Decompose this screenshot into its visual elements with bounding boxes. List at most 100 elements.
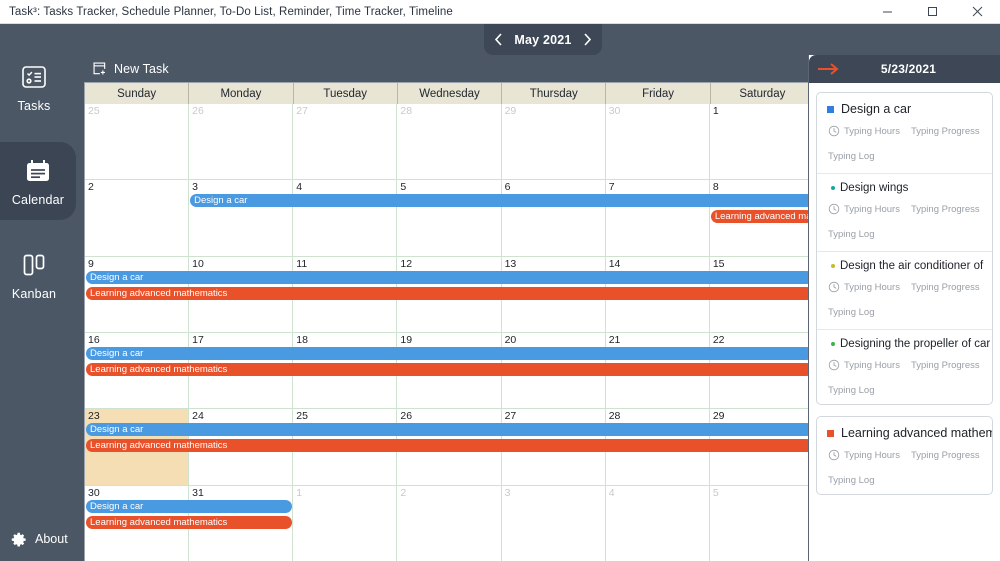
day-of-week-header: Thursday <box>502 83 607 104</box>
task-card[interactable]: Learning advanced mathemati Typing Hours T… <box>816 416 993 495</box>
calendar-event-bar[interactable]: Design a car <box>86 423 813 437</box>
calendar-day-number: 30 <box>608 105 621 117</box>
sidebar-item-calendar[interactable]: Calendar <box>0 142 76 220</box>
calendar-event-bar[interactable]: Design a car <box>86 346 813 360</box>
calendar-day-number: 3 <box>192 181 198 194</box>
calendar-event-bar[interactable]: Learning advanced mathematics <box>86 515 293 529</box>
subtask-color-dot <box>831 186 835 190</box>
calendar-day-number: 29 <box>712 410 725 423</box>
calendar-day-number: 1 <box>296 486 303 499</box>
typing-log-label: Typing Log <box>828 151 875 162</box>
typing-hours-label: Typing Hours <box>844 125 900 137</box>
typing-progress-label[interactable]: Typing Progress <box>911 204 980 215</box>
month-label: May 2021 <box>514 32 572 47</box>
typing-progress-label[interactable]: Typing Progress <box>911 282 980 293</box>
sidebar-item-label: Calendar <box>11 192 65 207</box>
calendar-day-number: 15 <box>712 257 725 270</box>
calendar-day-number: 25 <box>296 410 308 423</box>
typing-hours-group[interactable]: Typing Hours <box>828 203 900 215</box>
calendar-day-cell[interactable]: 7 <box>606 180 710 256</box>
prev-month-chevron-icon[interactable] <box>493 32 504 47</box>
typing-progress-label[interactable]: Typing Progress <box>911 360 980 371</box>
new-task-button[interactable]: New Task <box>84 55 815 82</box>
calendar-day-cell[interactable]: 1 <box>293 485 398 561</box>
calendar-day-number: 2 <box>88 181 94 194</box>
calendar-day-number: 4 <box>296 181 303 194</box>
sidebar-item-about[interactable]: About <box>0 523 68 555</box>
day-of-week-header: Friday <box>606 83 711 104</box>
calendar-day-number: 27 <box>296 105 308 117</box>
maximize-button[interactable] <box>910 0 955 24</box>
calendar-day-cell[interactable]: 3 <box>502 485 606 561</box>
calendar-day-cell[interactable]: 5 <box>710 485 814 561</box>
calendar-event-bar[interactable]: Learning advanced mathematics <box>710 210 813 224</box>
typing-hours-group[interactable]: Typing Hours <box>828 281 900 293</box>
calendar-day-cell[interactable]: 4 <box>293 180 398 256</box>
typing-log-row[interactable]: Typing Log <box>817 137 992 164</box>
task-meta-row: Typing Hours Typing Progress <box>817 194 992 215</box>
gear-icon <box>10 531 27 548</box>
calendar-day-cell[interactable]: 27 <box>293 104 398 180</box>
calendar-day-cell[interactable]: 3 <box>189 180 294 256</box>
typing-log-label: Typing Log <box>828 307 875 318</box>
calendar-week-row: 2 3 4 5 6 7 8Design a car Learning advanced mat… <box>85 180 814 257</box>
calendar-event-bar[interactable]: Design a car <box>86 499 293 513</box>
calendar-day-cell[interactable]: 2 <box>397 485 502 561</box>
arrow-right-icon[interactable] <box>809 62 847 76</box>
calendar-day-cell[interactable]: 25 <box>85 104 190 180</box>
calendar-day-cell[interactable]: 5 <box>397 180 502 256</box>
calendar-day-number: 3 <box>504 486 511 499</box>
detail-panel-body[interactable]: Design a car Typing Hours Typing Progress T… <box>809 83 1000 561</box>
calendar-event-bar[interactable]: Learning advanced mathematics <box>86 439 813 453</box>
calendar-day-cell[interactable]: 28 <box>397 104 502 180</box>
typing-hours-group[interactable]: Typing Hours <box>828 125 900 137</box>
calendar-day-cell[interactable]: 1 <box>710 104 814 180</box>
task-card[interactable]: Design a car Typing Hours Typing Progress T… <box>816 92 993 405</box>
calendar-day-number: 14 <box>608 257 621 270</box>
typing-hours-group[interactable]: Typing Hours <box>828 449 900 461</box>
calendar-panel: New Task Sunday Monday Tuesday Wednesday Thu… <box>84 55 815 561</box>
calendar-day-number: 26 <box>192 105 204 117</box>
calendar-day-number: 24 <box>192 410 204 423</box>
calendar-day-cell[interactable]: 6 <box>502 180 606 256</box>
close-button[interactable] <box>955 0 1000 24</box>
calendar-event-bar[interactable]: Design a car <box>190 194 813 208</box>
task-color-dot <box>827 429 834 437</box>
subtask-item[interactable]: Design wings Typing Hours Typing Progress T… <box>817 173 992 242</box>
calendar-day-number: 8 <box>712 181 719 194</box>
typing-hours-group[interactable]: Typing Hours <box>828 359 900 371</box>
typing-log-label: Typing Log <box>828 475 875 486</box>
calendar-day-cell[interactable]: 29 <box>502 104 606 180</box>
next-month-chevron-icon[interactable] <box>582 32 593 47</box>
calendar-day-number: 12 <box>400 257 413 270</box>
calendar-day-number: 4 <box>608 486 615 499</box>
typing-log-row[interactable]: Typing Log <box>817 215 992 242</box>
calendar-day-cell[interactable]: 30 <box>606 104 710 180</box>
subtask-title: Designing the propeller of car <box>840 338 991 350</box>
calendar-event-bar[interactable]: Design a car <box>86 270 813 284</box>
calendar-day-cell[interactable]: 26 <box>189 104 294 180</box>
calendar-day-cell[interactable]: 2 <box>85 180 190 256</box>
subtask-item[interactable]: Designing the propeller of car Typing Hou… <box>817 329 992 398</box>
subtask-title-row: Design wings <box>817 182 992 194</box>
calendar-day-number: 18 <box>296 333 308 346</box>
sidebar-item-tasks[interactable]: Tasks <box>0 48 68 126</box>
typing-log-row[interactable]: Typing Log <box>817 371 992 398</box>
calendar-day-number: 6 <box>504 181 511 194</box>
typing-log-row[interactable]: Typing Log <box>817 293 992 320</box>
typing-log-row[interactable]: Typing Log <box>817 461 992 488</box>
calendar-event-bar[interactable]: Learning advanced mathematics <box>86 362 813 376</box>
typing-log-label: Typing Log <box>828 229 875 240</box>
typing-progress-label[interactable]: Typing Progress <box>911 126 980 137</box>
sidebar-item-kanban[interactable]: Kanban <box>0 236 68 314</box>
task-title-row: Learning advanced mathemati <box>817 426 992 440</box>
typing-hours-label: Typing Hours <box>844 203 900 215</box>
calendar-day-cell[interactable]: 4 <box>606 485 710 561</box>
subtask-item[interactable]: Design the air conditioner of Typing Hou… <box>817 251 992 320</box>
calendar-icon <box>23 156 53 186</box>
calendar-event-bar[interactable]: Learning advanced mathematics <box>86 286 813 300</box>
typing-progress-label[interactable]: Typing Progress <box>911 450 980 461</box>
calendar-day-number: 9 <box>88 257 94 270</box>
minimize-button[interactable] <box>865 0 910 24</box>
typing-hours-label: Typing Hours <box>844 281 900 293</box>
